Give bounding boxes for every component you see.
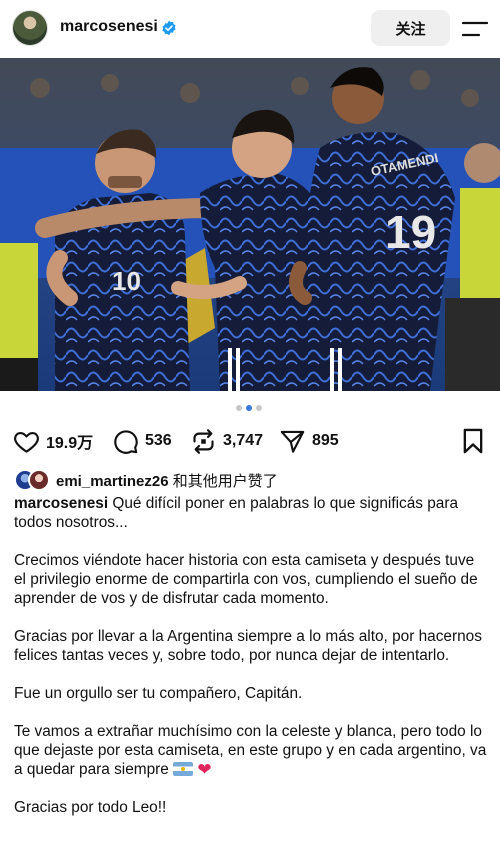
share-action[interactable]: 895 — [279, 424, 339, 458]
menu-icon[interactable] — [462, 20, 488, 38]
caption-author[interactable]: marcosenesi — [14, 495, 108, 512]
caption-paragraph: marcosenesi Qué difícil poner en palabra… — [14, 494, 490, 532]
comment-icon[interactable] — [112, 428, 139, 455]
username[interactable]: marcosenesi — [60, 18, 158, 36]
photo-illustration: 10 19 OTAMENDI — [0, 58, 500, 391]
send-icon[interactable] — [279, 428, 306, 455]
like-action[interactable]: 19.9万 — [13, 424, 93, 458]
svg-text:10: 10 — [112, 266, 141, 296]
liked-by[interactable]: emi_martinez26 和其他用户赞了 — [14, 468, 278, 492]
liked-by-text: emi_martinez26 和其他用户赞了 — [56, 470, 278, 491]
comment-count: 536 — [145, 432, 172, 449]
like-count: 19.9万 — [46, 435, 94, 452]
argentina-flag-emoji — [173, 762, 194, 776]
follow-button[interactable]: 关注 — [371, 10, 450, 46]
svg-text:19: 19 — [385, 206, 436, 258]
caption-paragraph: Te vamos a extrañar muchísimo con la cel… — [14, 722, 490, 779]
liker-username[interactable]: emi_martinez26 — [56, 473, 169, 490]
carousel-dot — [256, 405, 262, 411]
liker-avatar — [28, 469, 50, 491]
carousel-indicator — [236, 405, 262, 411]
carousel-dot-active — [246, 405, 252, 411]
caption-paragraph: Gracias por llevar a la Argentina siempr… — [14, 628, 482, 664]
post-header: marcosenesi 关注 — [0, 0, 500, 58]
avatar[interactable] — [12, 10, 48, 46]
caption-paragraph: Gracias por todo Leo!! — [14, 799, 167, 816]
verified-badge-icon — [162, 20, 176, 36]
repost-icon[interactable] — [190, 428, 217, 455]
red-heart-emoji: ❤ — [197, 760, 212, 779]
caption-paragraph: Fue un orgullo ser tu compañero, Capitán… — [14, 685, 303, 702]
comment-action[interactable]: 536 — [112, 424, 172, 458]
action-bar: 19.9万 536 3,747 895 — [0, 424, 500, 458]
post-photo[interactable]: 10 19 OTAMENDI — [0, 58, 500, 391]
heart-icon[interactable] — [13, 428, 40, 455]
share-count: 895 — [312, 432, 339, 449]
liked-by-suffix: 和其他用户赞了 — [168, 472, 278, 490]
repost-action[interactable]: 3,747 — [190, 424, 263, 458]
caption-line: Te vamos a extrañar muchísimo con la cel… — [14, 723, 487, 778]
caption-paragraph: Crecimos viéndote hacer historia con est… — [14, 552, 478, 607]
post-caption: marcosenesi Qué difícil poner en palabra… — [14, 494, 490, 836]
repost-count: 3,747 — [223, 432, 264, 449]
carousel-dot — [236, 405, 242, 411]
bookmark-icon[interactable] — [459, 427, 487, 455]
